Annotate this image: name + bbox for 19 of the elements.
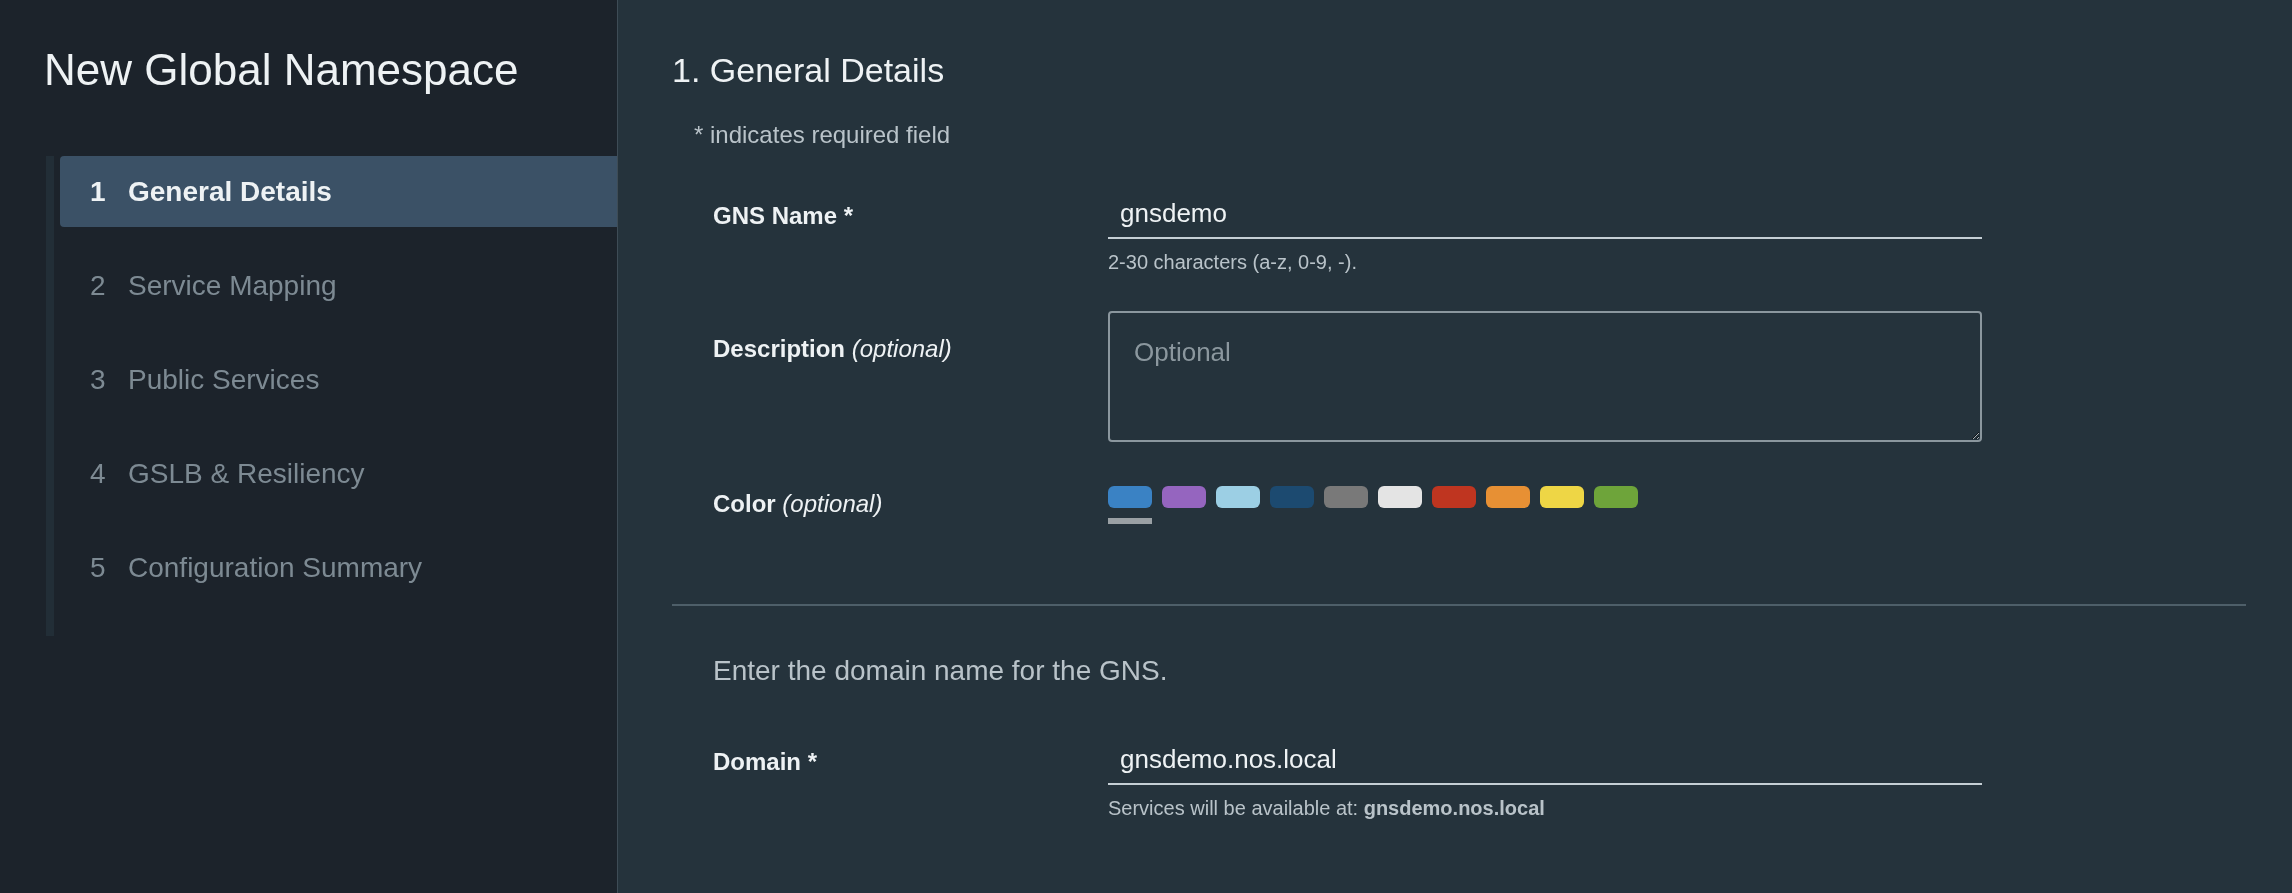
wizard-step[interactable]: 3 Public Services [60, 344, 617, 415]
wizard-step[interactable]: 4 GSLB & Resiliency [60, 438, 617, 509]
section-heading: 1. General Details [672, 50, 946, 91]
field-label: Domain * [713, 747, 818, 777]
field-label: GNS Name * [713, 201, 855, 231]
gns-name-input[interactable]: gnsdemo [1108, 194, 1982, 239]
field-label: Description (optional) [713, 334, 953, 364]
required-note: * indicates required field [694, 120, 952, 150]
field-label: Color (optional) [713, 489, 884, 519]
domain-input[interactable]: gnsdemo.nos.local [1108, 740, 1982, 785]
wizard-step[interactable]: 1 General Details [60, 156, 617, 227]
description-textarea[interactable]: Optional [1108, 311, 1982, 442]
help-text: Services will be available at: gnsdemo.nos.local [1108, 796, 1546, 821]
help-text: 2-30 characters (a-z, 0-9, -). [1108, 250, 1358, 275]
color-option[interactable] [1108, 486, 1152, 524]
wizard-step[interactable]: 2 Service Mapping [60, 250, 617, 321]
domain-intro: Enter the domain name for the GNS. [713, 654, 1169, 688]
wizard-title: New Global Namespace [43, 44, 520, 96]
wizard-step[interactable]: 5 Configuration Summary [60, 532, 617, 603]
